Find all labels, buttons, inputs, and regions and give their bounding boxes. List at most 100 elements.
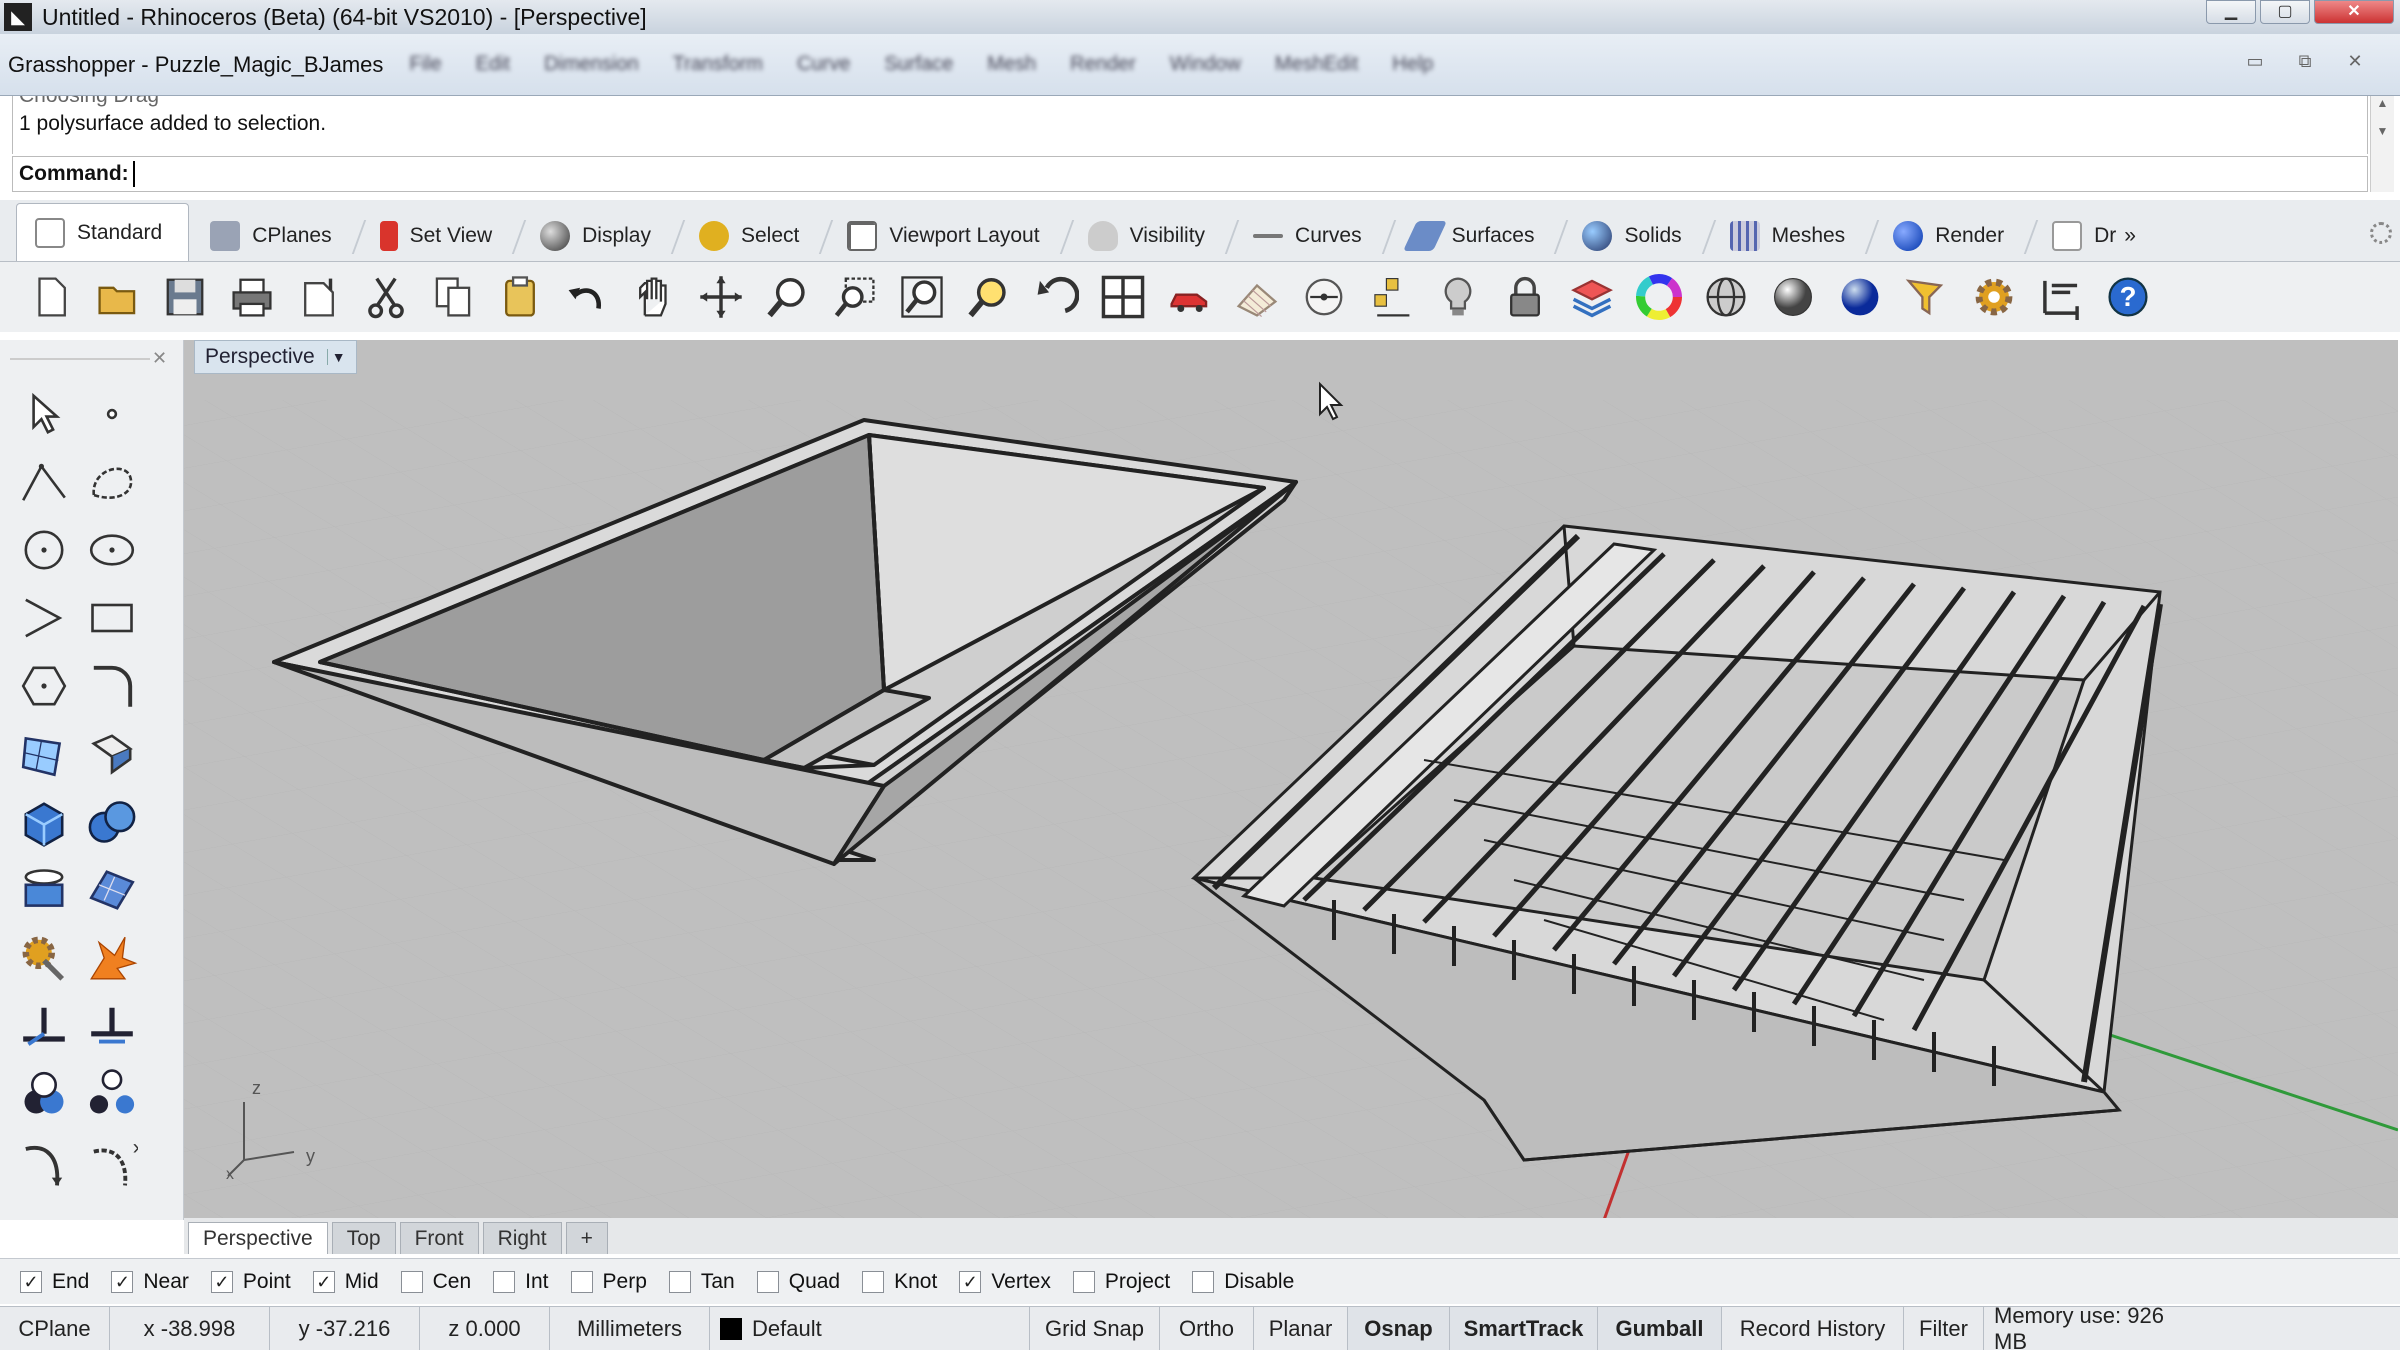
tab-display[interactable]: Display — [521, 209, 686, 261]
light-icon[interactable] — [1429, 268, 1487, 326]
checkbox[interactable]: ✓ — [959, 1270, 982, 1293]
box-icon[interactable] — [10, 788, 78, 856]
osnap-disable[interactable]: Disable — [1192, 1270, 1294, 1294]
osnap-knot[interactable]: Knot — [862, 1270, 937, 1294]
zoom-icon[interactable] — [759, 268, 817, 326]
tab-render[interactable]: Render — [1874, 209, 2039, 261]
maximize-button[interactable]: ▢ — [2260, 0, 2310, 24]
options-gear-icon[interactable] — [1965, 268, 2023, 326]
checkbox[interactable] — [1072, 1270, 1095, 1293]
split-icon[interactable] — [10, 992, 78, 1060]
checkbox[interactable]: ✓ — [210, 1270, 233, 1293]
checkbox[interactable]: ✓ — [111, 1270, 134, 1293]
tab-standard[interactable]: Standard — [16, 203, 190, 261]
viewport-title[interactable]: Perspective ▼ — [194, 340, 357, 374]
osnap-toggle[interactable]: Osnap — [1348, 1307, 1450, 1350]
menu-item[interactable]: Dimension — [544, 53, 638, 76]
color-wheel-icon[interactable] — [1630, 268, 1688, 326]
checkbox[interactable] — [1192, 1270, 1215, 1293]
menu-item[interactable]: MeshEdit — [1275, 53, 1358, 76]
zoom-extents-icon[interactable] — [893, 268, 951, 326]
tab-surfaces[interactable]: Surfaces — [1391, 209, 1569, 261]
open-icon[interactable] — [89, 268, 147, 326]
arc-icon[interactable] — [10, 584, 78, 652]
select-arrow-icon[interactable] — [10, 380, 78, 448]
checkbox[interactable] — [862, 1270, 885, 1293]
add-viewport-icon[interactable]: + — [565, 1222, 608, 1254]
extrude-curve-icon[interactable] — [78, 720, 146, 788]
sweep-icon[interactable] — [10, 1128, 78, 1196]
menu-item[interactable]: Mesh — [987, 53, 1036, 76]
checkbox[interactable]: ✓ — [20, 1270, 42, 1293]
tab-right[interactable]: Right — [482, 1222, 562, 1254]
checkbox[interactable]: ✓ — [312, 1270, 335, 1293]
rendered-sphere-icon[interactable] — [1831, 268, 1889, 326]
perspective-viewport[interactable]: Perspective ▼ z y x — [184, 340, 2398, 1218]
print-icon[interactable] — [223, 268, 281, 326]
status-units[interactable]: Millimeters — [550, 1307, 710, 1350]
rhino-app-icon[interactable]: ◣ — [4, 3, 32, 31]
cylinder-mesh-icon[interactable] — [10, 856, 78, 924]
checkbox[interactable] — [400, 1270, 423, 1293]
status-layer[interactable]: Default — [710, 1307, 1030, 1350]
gh-minimize-button[interactable]: ▭ — [2238, 48, 2272, 74]
undo-icon[interactable] — [558, 268, 616, 326]
checkbox[interactable] — [756, 1270, 779, 1293]
osnap-near[interactable]: ✓ Near — [111, 1270, 189, 1294]
osnap-tan[interactable]: Tan — [668, 1270, 735, 1294]
zoom-selected-icon[interactable] — [960, 268, 1018, 326]
four-viewports-icon[interactable] — [1094, 268, 1152, 326]
osnap-project[interactable]: Project — [1072, 1270, 1170, 1294]
checkbox[interactable] — [570, 1270, 593, 1293]
toolbar-grip[interactable] — [10, 358, 150, 362]
chevron-down-icon[interactable]: ▼ — [326, 349, 346, 365]
record-history-toggle[interactable]: Record History — [1722, 1307, 1904, 1350]
trim-icon[interactable] — [78, 992, 146, 1060]
close-button[interactable]: ✕ — [2314, 0, 2394, 24]
wireframe-sphere-icon[interactable] — [1697, 268, 1755, 326]
osnap-point[interactable]: ✓ Point — [210, 1270, 291, 1294]
checkbox[interactable] — [493, 1270, 516, 1293]
menu-item[interactable]: Help — [1392, 53, 1433, 76]
pan-icon[interactable] — [625, 268, 683, 326]
menu-item[interactable]: Window — [1170, 53, 1241, 76]
tab-drafting[interactable]: Dr » — [2033, 209, 2163, 261]
menu-item[interactable]: Render — [1070, 53, 1136, 76]
copy-icon[interactable] — [424, 268, 482, 326]
menu-item[interactable]: File — [409, 53, 441, 76]
render-settings-icon[interactable] — [10, 924, 78, 992]
osnap-vertex[interactable]: ✓ Vertex — [959, 1270, 1051, 1294]
explode-icon[interactable] — [78, 924, 146, 992]
zoom-window-icon[interactable] — [826, 268, 884, 326]
tab-viewport-layout[interactable]: Viewport Layout — [828, 209, 1074, 261]
layer-icon[interactable] — [1563, 268, 1621, 326]
car-icon[interactable] — [1161, 268, 1219, 326]
tab-front[interactable]: Front — [399, 1222, 479, 1254]
filter-icon[interactable] — [1898, 268, 1956, 326]
menu-item[interactable]: Transform — [673, 53, 763, 76]
group-icon[interactable] — [10, 1060, 78, 1128]
point-icon[interactable] — [78, 380, 146, 448]
gh-close-button[interactable]: ✕ — [2338, 48, 2372, 74]
fillet-icon[interactable] — [78, 652, 146, 720]
osnap-cen[interactable]: Cen — [400, 1270, 471, 1294]
polygon-icon[interactable] — [10, 652, 78, 720]
ungroup-icon[interactable] — [78, 1060, 146, 1128]
menu-item[interactable]: Curve — [797, 53, 850, 76]
planar-toggle[interactable]: Planar — [1254, 1307, 1348, 1350]
osnap-mid[interactable]: ✓ Mid — [312, 1270, 379, 1294]
lock-icon[interactable] — [1496, 268, 1554, 326]
tab-top[interactable]: Top — [331, 1222, 396, 1254]
ortho-toggle[interactable]: Ortho — [1160, 1307, 1254, 1350]
help-icon[interactable]: ? — [2099, 268, 2157, 326]
tab-settings-gear-icon[interactable] — [2370, 222, 2392, 244]
boolean-union-icon[interactable] — [78, 788, 146, 856]
gh-restore-button[interactable]: ⧉ — [2288, 48, 2322, 74]
grid-icon[interactable] — [1228, 268, 1286, 326]
import-icon[interactable] — [290, 268, 348, 326]
tab-cplanes[interactable]: CPlanes — [191, 209, 366, 261]
save-icon[interactable] — [156, 268, 214, 326]
paste-icon[interactable] — [491, 268, 549, 326]
surface-from-points-icon[interactable] — [10, 720, 78, 788]
rectangle-icon[interactable] — [78, 584, 146, 652]
